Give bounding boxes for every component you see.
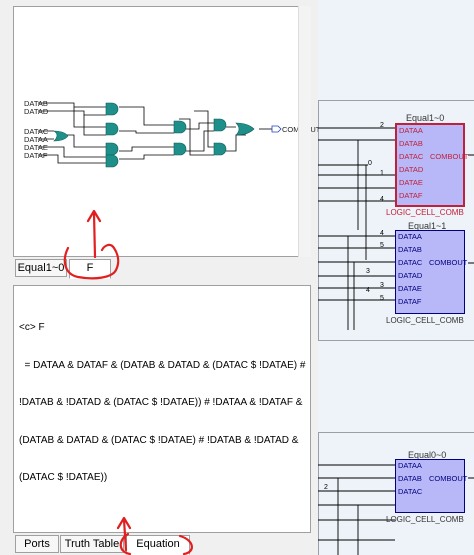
cell-type-label: LOGIC_CELL_COMB <box>386 515 464 524</box>
pin-number: 3 <box>366 268 370 275</box>
cell-title: Equal1~0 <box>406 113 445 123</box>
left-panel: DATAB DATAD DATAC DATAA DATAE DATAF COMB… <box>0 0 320 555</box>
logic-cell-equal1-1[interactable]: DATAA DATAB DATAC DATAD DATAE DATAF COMB… <box>395 230 468 314</box>
output-port-label: COMBOUT <box>429 474 468 483</box>
port-label: DATAB <box>398 474 422 483</box>
cell-type-label: LOGIC_CELL_COMB <box>386 208 464 217</box>
cell-type-label: LOGIC_CELL_COMB <box>386 316 464 325</box>
pin-number: 3 <box>380 282 384 289</box>
pin-number: 4 <box>366 287 370 294</box>
pin-number: 0 <box>368 160 372 167</box>
port-label: DATAA <box>398 232 422 241</box>
schematic-scrollbar[interactable] <box>298 6 311 257</box>
input-label-datad: DATAD <box>24 107 49 116</box>
tab-ports[interactable]: Ports <box>15 535 59 553</box>
annotation-circle-f <box>63 243 120 280</box>
port-label: DATAF <box>399 191 423 200</box>
annotation-circle-equation <box>116 516 193 555</box>
port-label: DATAE <box>399 178 423 187</box>
pin-number: 2 <box>324 484 328 491</box>
input-label-dataf: DATAF <box>24 151 48 160</box>
schematic-diagram <box>38 102 282 168</box>
port-label: DATAD <box>398 271 423 280</box>
equation-line: = DATAA & DATAF & (DATAB & DATAD & (DATA… <box>19 359 306 371</box>
port-label: DATAD <box>399 165 424 174</box>
equation-line: !DATAB & !DATAD & (DATAC $ !DATAE)) # !D… <box>19 397 303 408</box>
pin-number: 1 <box>380 170 384 177</box>
schematic-view[interactable]: DATAB DATAD DATAC DATAA DATAE DATAF COMB… <box>13 6 320 258</box>
logic-cell-equal0-0[interactable]: DATAA DATAB DATAC COMBOUT <box>395 459 468 513</box>
netlist-viewer[interactable]: Equal1~0 DATAA DATAB DATAC DATAD DATAE D… <box>318 0 474 555</box>
equation-line: <c> F <box>19 322 45 333</box>
port-label: DATAC <box>398 487 423 496</box>
output-port-label: COMBOUT <box>429 258 468 267</box>
tab-label: Equal1~0 <box>17 262 65 274</box>
port-label: DATAF <box>398 297 422 306</box>
port-label: DATAB <box>399 139 423 148</box>
output-port-label: COMBOUT <box>430 152 469 161</box>
port-label: DATAC <box>398 258 423 267</box>
port-label: DATAA <box>398 461 422 470</box>
logic-cell-equal1-0[interactable]: DATAA DATAB DATAC DATAD DATAE DATAF COMB… <box>395 123 469 207</box>
pin-number: 4 <box>380 196 384 203</box>
port-label: DATAC <box>399 152 424 161</box>
port-label: DATAE <box>398 284 422 293</box>
equation-line: (DATAC $ !DATAE)) <box>19 472 108 483</box>
port-label: DATAB <box>398 245 422 254</box>
pin-number: 5 <box>380 242 384 249</box>
port-label: DATAA <box>399 126 423 135</box>
equation-line: (DATAB & DATAD & (DATAC $ !DATAE) # !DAT… <box>19 434 299 446</box>
tab-label: Ports <box>24 538 50 550</box>
pin-number: 2 <box>380 122 384 129</box>
equation-text: <c> F = DATAA & DATAF & (DATAB & DATAD &… <box>19 297 309 510</box>
pin-number: 4 <box>380 230 384 237</box>
pin-number: 5 <box>380 295 384 302</box>
